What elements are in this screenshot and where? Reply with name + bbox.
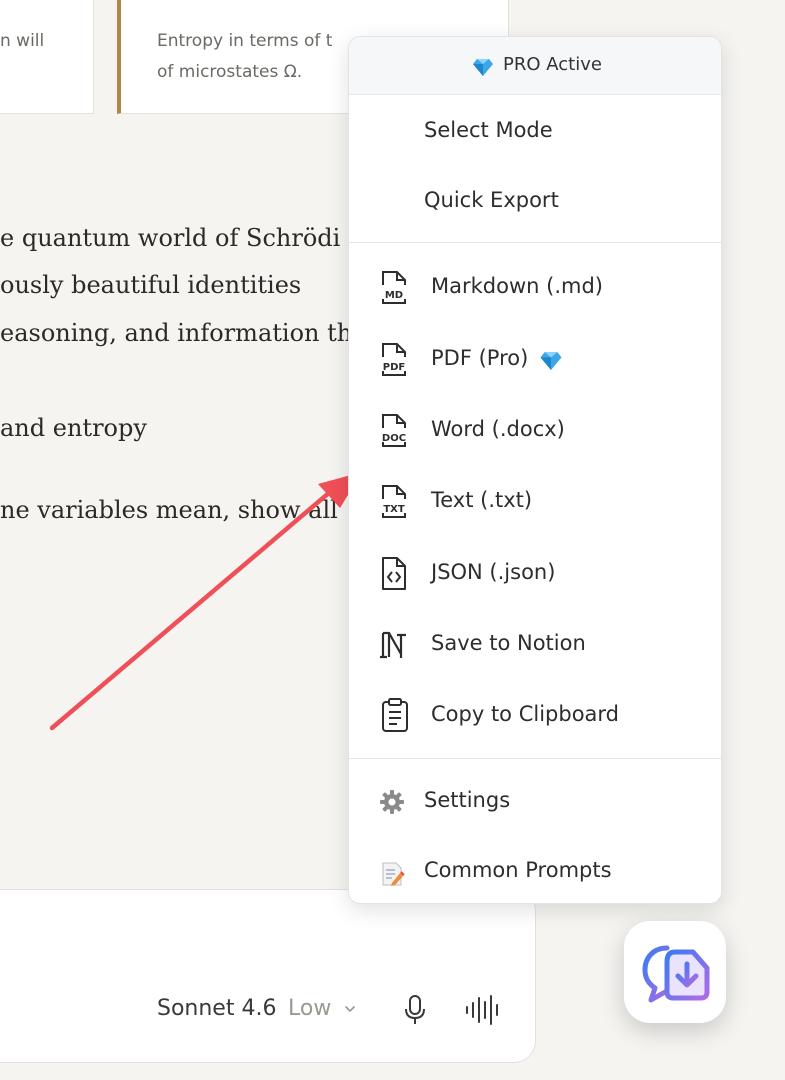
model-selector[interactable]: Sonnet 4.6 <box>157 996 276 1021</box>
paragraph-line-1: e quantum world of Schrödi <box>0 224 341 252</box>
pdf-file-icon: PDF <box>379 341 411 377</box>
export-json-label: JSON (.json) <box>431 560 556 584</box>
select-mode-item[interactable]: Select Mode <box>349 101 721 163</box>
svg-text:PDF: PDF <box>383 362 405 373</box>
md-file-icon: MD <box>379 269 411 305</box>
export-markdown-label: Markdown (.md) <box>431 274 603 298</box>
export-pdf-item[interactable]: PDF PDF (Pro) <box>349 329 721 391</box>
select-mode-label: Select Mode <box>424 118 553 142</box>
paragraph-line-2: ously beautiful identities <box>0 271 302 299</box>
export-word-item[interactable]: DOC Word (.docx) <box>349 400 721 462</box>
settings-label: Settings <box>424 788 511 812</box>
export-text-item[interactable]: TXT Text (.txt) <box>349 471 721 533</box>
json-file-icon <box>379 555 411 591</box>
memo-icon <box>382 862 405 886</box>
export-pdf-label: PDF (Pro) <box>431 346 529 370</box>
chat-download-icon <box>642 945 710 1003</box>
paragraph-line-4: and entropy <box>0 414 147 442</box>
svg-text:DOC: DOC <box>382 433 406 444</box>
save-to-notion-item[interactable]: Save to Notion <box>349 614 721 676</box>
svg-text:TXT: TXT <box>383 504 405 515</box>
microphone-icon[interactable] <box>402 994 428 1026</box>
diamond-icon <box>540 352 562 370</box>
paragraph-line-5: ne variables mean, show all <box>0 496 338 524</box>
notion-icon <box>379 627 411 663</box>
common-prompts-label: Common Prompts <box>424 858 612 882</box>
voice-wave-icon[interactable] <box>464 994 502 1026</box>
export-word-label: Word (.docx) <box>431 417 565 441</box>
chevron-down-icon[interactable] <box>343 1002 357 1016</box>
export-markdown-item[interactable]: MD Markdown (.md) <box>349 257 721 319</box>
card-right-line2: of microstates Ω. <box>157 62 303 82</box>
effort-selector[interactable]: Low <box>288 996 331 1021</box>
paragraph-line-3: easoning, and information th <box>0 319 353 347</box>
quick-export-label: Quick Export <box>424 188 559 212</box>
quick-export-item[interactable]: Quick Export <box>349 171 721 233</box>
copy-to-clipboard-label: Copy to Clipboard <box>431 702 620 726</box>
diamond-icon <box>473 59 493 76</box>
settings-item[interactable]: Settings <box>349 771 721 833</box>
export-fab-button[interactable] <box>624 921 726 1023</box>
card-right-line1: Entropy in terms of t <box>157 31 333 51</box>
docx-file-icon: DOC <box>379 412 411 448</box>
clipboard-icon <box>379 697 411 733</box>
txt-file-icon: TXT <box>379 483 411 519</box>
svg-text:MD: MD <box>385 290 403 301</box>
pro-status-header: PRO Active <box>349 37 721 95</box>
pro-status-label: PRO Active <box>503 54 602 75</box>
menu-divider <box>349 758 721 759</box>
copy-to-clipboard-item[interactable]: Copy to Clipboard <box>349 685 721 747</box>
export-json-item[interactable]: JSON (.json) <box>349 543 721 605</box>
card-left-text: n will <box>0 31 45 51</box>
answer-card-left: n will <box>0 0 94 114</box>
gear-icon <box>380 790 404 814</box>
common-prompts-item[interactable]: Common Prompts <box>349 841 721 903</box>
message-input-box[interactable] <box>0 889 536 1063</box>
save-to-notion-label: Save to Notion <box>431 631 586 655</box>
export-text-label: Text (.txt) <box>431 488 533 512</box>
export-menu: PRO Active Select Mode Quick Export MD M… <box>348 36 722 904</box>
menu-divider <box>349 242 721 243</box>
